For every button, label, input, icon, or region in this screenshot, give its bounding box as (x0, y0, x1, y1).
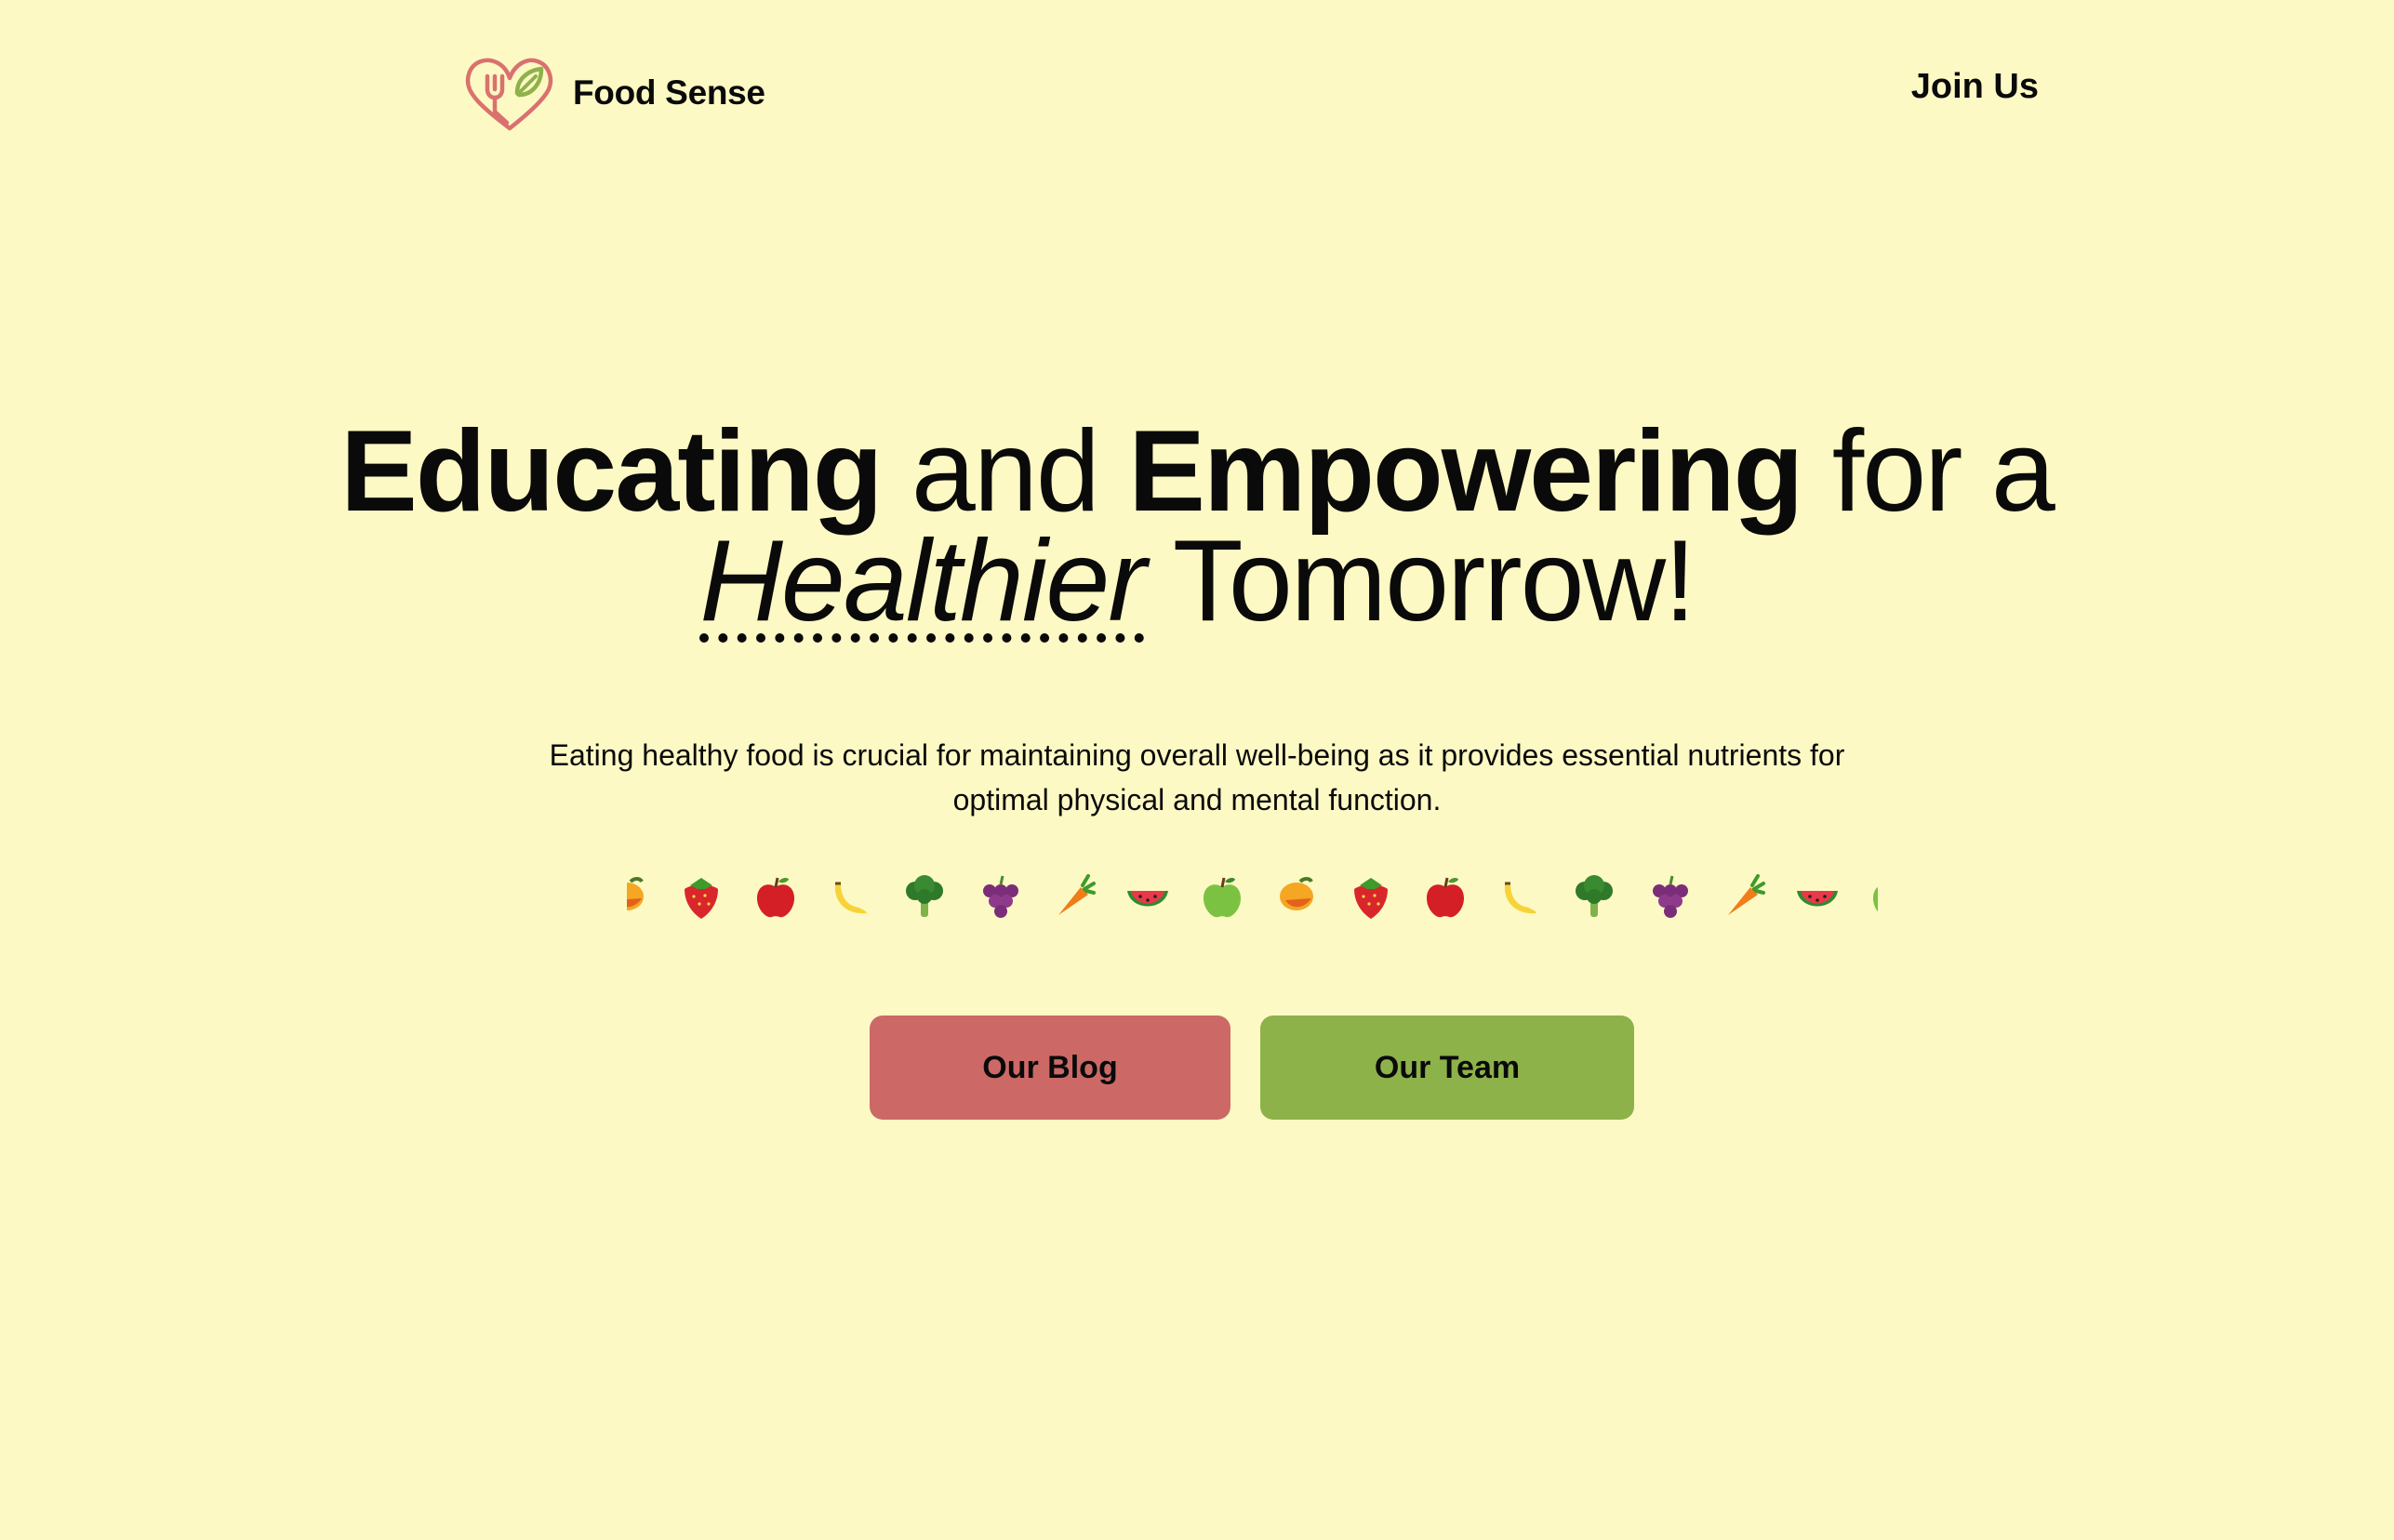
grapes-icon (962, 869, 1036, 924)
banana-icon (1483, 869, 1557, 924)
hero-description: Eating healthy food is crucial for maint… (549, 738, 1845, 816)
broccoli-icon (1557, 869, 1631, 924)
title-word-tomorrow: Tomorrow! (1144, 517, 1696, 645)
strawberry-icon (664, 869, 738, 924)
broccoli-icon (887, 869, 962, 924)
hero-title: Educating and Empowering for a Healthier… (0, 414, 2394, 639)
carrot-icon (1036, 869, 1111, 924)
heart-fork-leaf-logo-icon (465, 58, 553, 131)
brand-home-link[interactable]: Food Sense (465, 54, 765, 132)
fruit-marquee (627, 869, 1878, 924)
carrot-icon (1706, 869, 1780, 924)
fruit-marquee-track (627, 869, 1878, 924)
strawberry-icon (1334, 869, 1408, 924)
grapes-icon (1631, 869, 1706, 924)
mango-icon (627, 869, 664, 924)
hero-title-line-1: Educating and Empowering for a (0, 414, 2394, 529)
mango-icon (1259, 869, 1334, 924)
join-us-link[interactable]: Join Us (1911, 67, 2039, 107)
green-apple-icon (1185, 869, 1259, 924)
watermelon-icon (1111, 869, 1185, 924)
our-blog-button[interactable]: Our Blog (870, 1016, 1230, 1120)
banana-icon (813, 869, 887, 924)
green-apple-icon (1855, 869, 1878, 924)
our-team-button[interactable]: Our Team (1260, 1016, 1634, 1120)
title-word-healthier: Healthier (699, 517, 1146, 645)
red-apple-icon (1408, 869, 1483, 924)
hero-title-line-2: Healthier Tomorrow! (0, 524, 2394, 639)
brand-name: Food Sense (573, 73, 765, 112)
watermelon-icon (1780, 869, 1855, 924)
top-navigation: Food Sense Join Us (0, 0, 2394, 186)
red-apple-icon (738, 869, 813, 924)
title-word-for-a: for a (1802, 407, 2055, 536)
